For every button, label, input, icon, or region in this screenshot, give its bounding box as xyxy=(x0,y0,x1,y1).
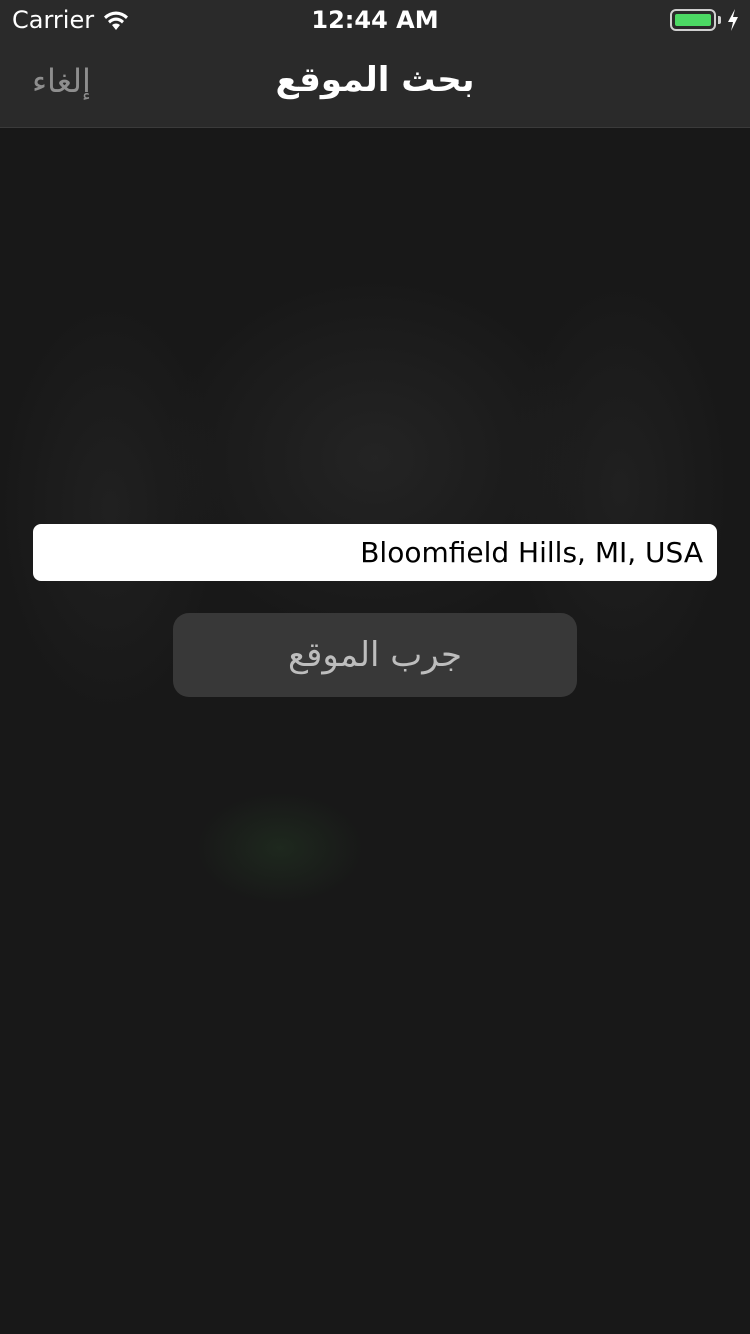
try-location-button[interactable]: جرب الموقع xyxy=(173,613,577,697)
status-bar: Carrier 12:44 AM xyxy=(0,0,750,40)
battery-level xyxy=(675,14,711,26)
bolt-icon xyxy=(728,9,738,31)
background xyxy=(0,128,750,1334)
battery-icon xyxy=(670,9,716,31)
battery-cap xyxy=(718,16,721,24)
navigation-bar: إلغاء بحث الموقع xyxy=(0,40,750,128)
location-search-input[interactable] xyxy=(33,524,717,581)
page-title: بحث الموقع xyxy=(275,60,475,100)
status-time: 12:44 AM xyxy=(311,6,439,34)
